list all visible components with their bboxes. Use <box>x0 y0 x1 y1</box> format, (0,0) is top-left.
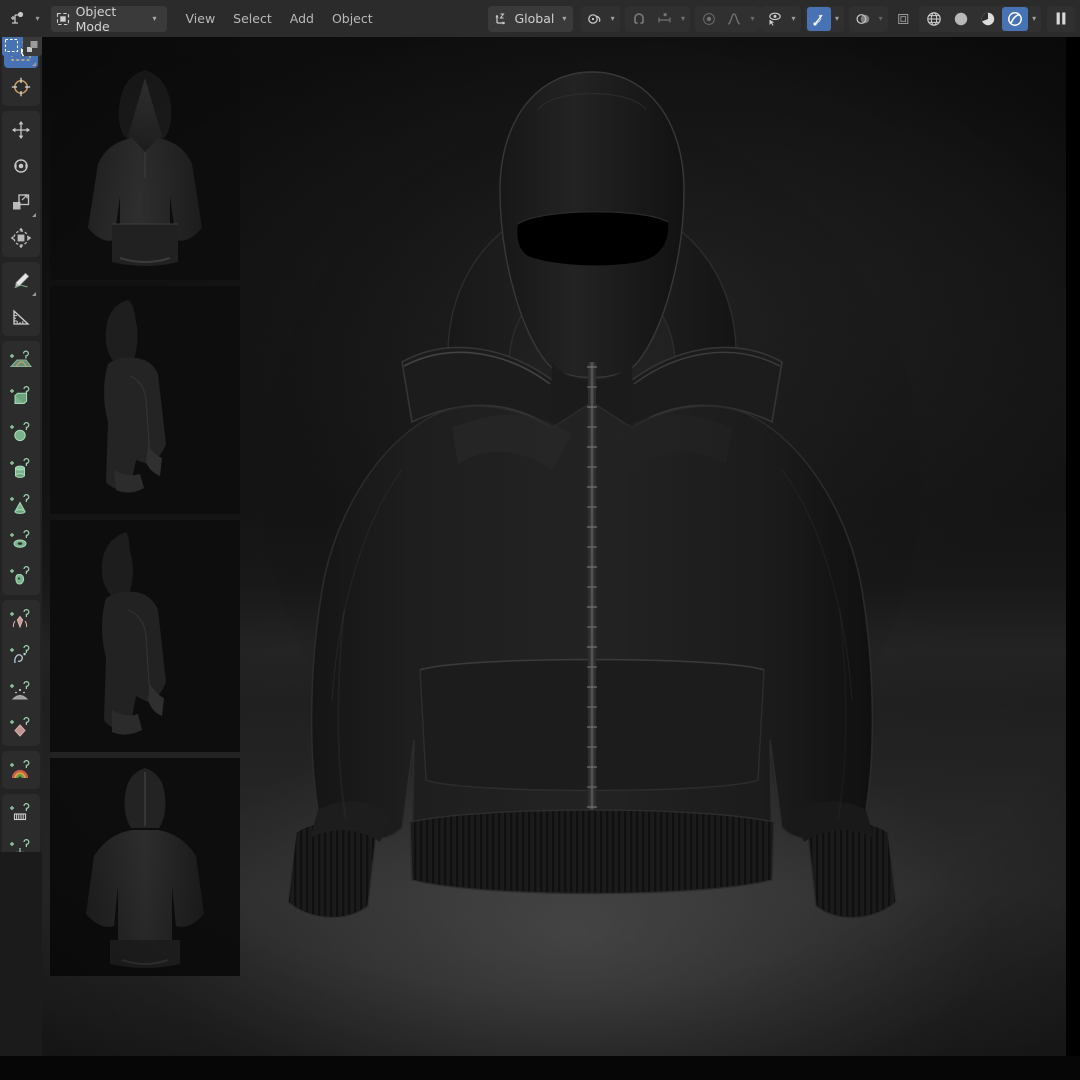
mode-label: Object Mode <box>75 3 117 34</box>
gizmo-controls[interactable]: ▾ <box>805 5 845 32</box>
tool-add-text[interactable] <box>4 796 38 830</box>
menu-object[interactable]: Object <box>323 6 382 32</box>
pause-viewport-render[interactable] <box>1046 5 1075 32</box>
viewport-toolbar <box>0 30 42 852</box>
tool-add-cylinder[interactable] <box>4 451 38 485</box>
pivot-point-selector[interactable]: ▾ <box>580 5 620 32</box>
transform-group <box>2 111 40 257</box>
material-preview-icon[interactable] <box>975 7 1001 31</box>
editor-type-selector[interactable]: ▾ <box>5 6 42 32</box>
snap-caret[interactable]: ▾ <box>678 14 688 23</box>
proportional-editing-controls[interactable]: ▾ <box>695 5 760 32</box>
add-object-group <box>2 600 40 746</box>
tool-add-particles[interactable] <box>4 674 38 708</box>
tool-add-plane[interactable] <box>4 343 38 377</box>
shading-mode-selector[interactable]: ▾ <box>919 5 1042 32</box>
transform-orientation-selector[interactable]: Global ▾ <box>488 5 574 32</box>
3d-viewport[interactable] <box>42 30 1066 1056</box>
tool-move[interactable] <box>4 113 38 147</box>
tool-add-torus[interactable] <box>4 523 38 557</box>
tool-submenu-corner[interactable] <box>32 213 36 217</box>
tool-annotate[interactable] <box>4 264 38 298</box>
falloff-curve-icon[interactable] <box>722 7 746 31</box>
transform-orientation-label: Global <box>514 11 555 26</box>
gizmo-caret[interactable]: ▾ <box>832 14 842 23</box>
tool-add-cube[interactable] <box>4 379 38 413</box>
annotate-measure-group <box>2 262 40 336</box>
solid-sphere-icon[interactable] <box>948 7 974 31</box>
pause-icon[interactable] <box>1049 7 1073 31</box>
rendered-sphere-icon[interactable] <box>1002 6 1029 31</box>
add-light-group <box>2 751 40 789</box>
tool-add-curve[interactable] <box>4 638 38 672</box>
wireframe-globe-icon[interactable] <box>921 7 947 31</box>
shading-caret[interactable]: ▾ <box>1029 14 1039 23</box>
right-edge-strip <box>1066 30 1080 1080</box>
tool-cursor[interactable] <box>4 70 38 104</box>
editor-type-icon[interactable] <box>5 7 30 31</box>
blender-window: ▾ Object Mode ▾ View Select Add Object G… <box>0 0 1080 1080</box>
overlays-icon[interactable] <box>851 7 875 31</box>
toolbar-bottom-strip <box>0 852 42 1080</box>
tool-add-sphere[interactable] <box>4 415 38 449</box>
pivot-median-icon[interactable] <box>583 7 607 31</box>
object-visibility-selector[interactable]: ▾ <box>759 5 801 32</box>
viewport-vignette <box>42 30 1066 1056</box>
bottom-edge-strip <box>0 1056 1080 1080</box>
add-misc-group <box>2 794 40 852</box>
object-mode-icon <box>56 12 70 26</box>
orientation-axes-icon <box>494 11 509 26</box>
menu-add[interactable]: Add <box>281 6 323 32</box>
xray-icon[interactable] <box>892 7 914 31</box>
gizmo-icon[interactable] <box>807 6 832 31</box>
tool-add-light-probe[interactable] <box>4 753 38 787</box>
box-select-icon[interactable] <box>2 34 21 56</box>
tool-rotate[interactable] <box>4 149 38 183</box>
tool-add-cone[interactable] <box>4 487 38 521</box>
tool-scale[interactable] <box>4 185 38 219</box>
falloff-caret[interactable]: ▾ <box>747 14 757 23</box>
tool-transform[interactable] <box>4 221 38 255</box>
magnet-icon[interactable] <box>627 7 651 31</box>
viewport-header: ▾ Object Mode ▾ View Select Add Object G… <box>0 0 1080 37</box>
mode-selector[interactable]: Object Mode ▾ <box>50 3 168 34</box>
tool-measure[interactable] <box>4 300 38 334</box>
snap-controls[interactable]: ▾ <box>625 5 691 32</box>
menu-view[interactable]: View <box>177 6 225 32</box>
menu-select[interactable]: Select <box>224 6 281 32</box>
eye-cursor-icon[interactable] <box>762 7 788 31</box>
mode-caret[interactable]: ▾ <box>149 14 159 23</box>
add-primitive-group <box>2 341 40 595</box>
visibility-caret[interactable]: ▾ <box>789 14 799 23</box>
tool-add-armature[interactable] <box>4 602 38 636</box>
overlay-controls[interactable]: ▾ <box>848 5 888 32</box>
snap-increment-icon[interactable] <box>652 7 677 31</box>
tool-add-empty[interactable] <box>4 832 38 852</box>
proportional-dot-icon[interactable] <box>697 7 721 31</box>
tool-add-monkey[interactable] <box>4 559 38 593</box>
tool-submenu-corner[interactable] <box>32 292 36 296</box>
tool-add-force-field[interactable] <box>4 710 38 744</box>
overlays-caret[interactable]: ▾ <box>876 14 886 23</box>
transform-orientation-caret[interactable]: ▾ <box>559 14 569 23</box>
editor-type-caret[interactable]: ▾ <box>32 14 42 23</box>
pivot-caret[interactable]: ▾ <box>608 14 618 23</box>
tool-submenu-corner[interactable] <box>32 62 36 66</box>
object-select-icon[interactable] <box>23 34 42 56</box>
